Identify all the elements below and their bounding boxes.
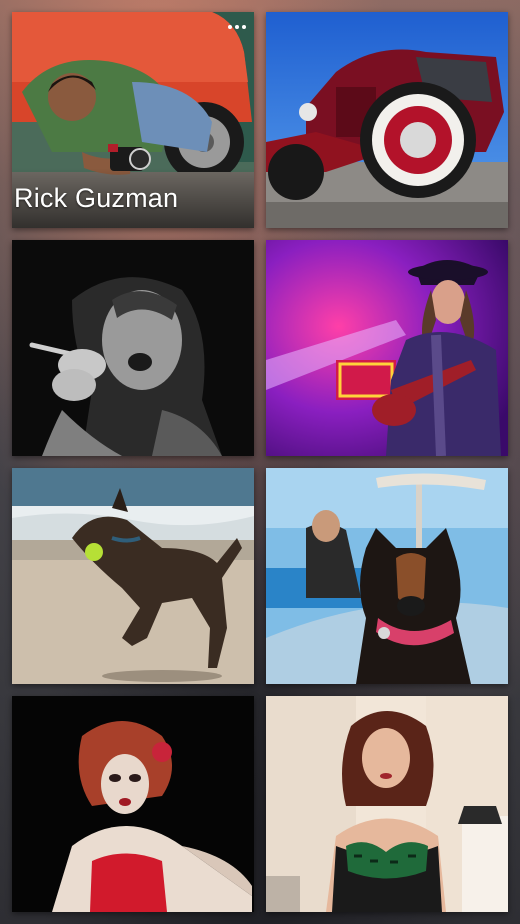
photo-tile-singer[interactable] [12,240,254,456]
photo-tile-hot-rod[interactable] [266,12,508,228]
photo-image [12,696,254,912]
photo-image [266,240,508,456]
more-horizontal-icon[interactable] [226,18,248,36]
photo-tile-doberman[interactable] [266,468,508,684]
photo-tile-burlesque[interactable] [12,696,254,912]
photo-image [266,12,508,228]
photo-tile-guitarist[interactable] [266,240,508,456]
photo-image [12,468,254,684]
photographer-name: Rick Guzman [14,183,179,213]
photo-image [12,240,254,456]
photo-image [266,696,508,912]
photo-image [266,468,508,684]
photo-tile-photographer[interactable]: Rick Guzman [12,12,254,228]
photo-tile-beach-dog[interactable] [12,468,254,684]
photo-grid: Rick Guzman [0,0,520,924]
photo-tile-green-corset[interactable] [266,696,508,912]
